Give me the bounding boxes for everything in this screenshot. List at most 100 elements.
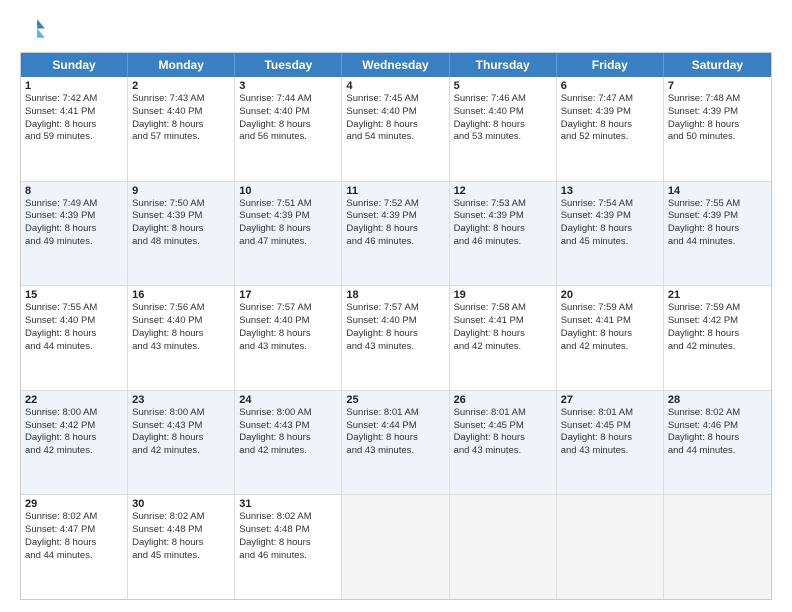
empty-cell: [557, 495, 664, 599]
day-cell-15: 15Sunrise: 7:55 AMSunset: 4:40 PMDayligh…: [21, 286, 128, 390]
day-cell-31: 31Sunrise: 8:02 AMSunset: 4:48 PMDayligh…: [235, 495, 342, 599]
cell-line: Sunrise: 7:56 AM: [132, 302, 230, 315]
cell-line: Sunset: 4:41 PM: [454, 315, 552, 328]
cell-line: Sunrise: 7:43 AM: [132, 93, 230, 106]
cell-line: Sunset: 4:40 PM: [454, 106, 552, 119]
cell-line: Daylight: 8 hours: [25, 432, 123, 445]
cell-line: Sunset: 4:40 PM: [132, 106, 230, 119]
day-cell-29: 29Sunrise: 8:02 AMSunset: 4:47 PMDayligh…: [21, 495, 128, 599]
day-number: 8: [25, 185, 123, 197]
day-number: 9: [132, 185, 230, 197]
day-number: 2: [132, 80, 230, 92]
cell-line: Sunset: 4:39 PM: [239, 210, 337, 223]
cell-line: Daylight: 8 hours: [132, 328, 230, 341]
cell-line: Sunset: 4:40 PM: [239, 315, 337, 328]
cell-line: and 45 minutes.: [561, 236, 659, 249]
day-number: 23: [132, 394, 230, 406]
day-number: 29: [25, 498, 123, 510]
day-number: 25: [346, 394, 444, 406]
day-cell-11: 11Sunrise: 7:52 AMSunset: 4:39 PMDayligh…: [342, 182, 449, 286]
cell-line: Sunset: 4:41 PM: [561, 315, 659, 328]
cell-line: Daylight: 8 hours: [132, 537, 230, 550]
logo: [20, 16, 52, 44]
cell-line: Sunrise: 7:54 AM: [561, 198, 659, 211]
cell-line: Daylight: 8 hours: [132, 119, 230, 132]
cell-line: and 43 minutes.: [454, 445, 552, 458]
day-cell-4: 4Sunrise: 7:45 AMSunset: 4:40 PMDaylight…: [342, 77, 449, 181]
cell-line: and 53 minutes.: [454, 131, 552, 144]
cell-line: and 43 minutes.: [132, 341, 230, 354]
cell-line: Sunrise: 7:44 AM: [239, 93, 337, 106]
cell-line: Sunrise: 7:55 AM: [668, 198, 767, 211]
calendar-row-0: 1Sunrise: 7:42 AMSunset: 4:41 PMDaylight…: [21, 77, 771, 181]
cell-line: Daylight: 8 hours: [668, 432, 767, 445]
cell-line: and 42 minutes.: [454, 341, 552, 354]
cell-line: and 42 minutes.: [239, 445, 337, 458]
cell-line: Sunrise: 7:42 AM: [25, 93, 123, 106]
day-number: 16: [132, 289, 230, 301]
cell-line: Sunrise: 8:00 AM: [25, 407, 123, 420]
cell-line: Sunset: 4:45 PM: [561, 420, 659, 433]
cell-line: and 42 minutes.: [25, 445, 123, 458]
day-cell-17: 17Sunrise: 7:57 AMSunset: 4:40 PMDayligh…: [235, 286, 342, 390]
cell-line: Daylight: 8 hours: [668, 119, 767, 132]
day-number: 18: [346, 289, 444, 301]
day-cell-14: 14Sunrise: 7:55 AMSunset: 4:39 PMDayligh…: [664, 182, 771, 286]
day-cell-30: 30Sunrise: 8:02 AMSunset: 4:48 PMDayligh…: [128, 495, 235, 599]
cell-line: Sunrise: 7:46 AM: [454, 93, 552, 106]
header-day-wednesday: Wednesday: [342, 53, 449, 77]
header-day-sunday: Sunday: [21, 53, 128, 77]
cell-line: Sunrise: 8:01 AM: [346, 407, 444, 420]
day-cell-2: 2Sunrise: 7:43 AMSunset: 4:40 PMDaylight…: [128, 77, 235, 181]
cell-line: Sunset: 4:42 PM: [25, 420, 123, 433]
cell-line: Sunset: 4:39 PM: [454, 210, 552, 223]
day-number: 30: [132, 498, 230, 510]
cell-line: Daylight: 8 hours: [561, 119, 659, 132]
day-number: 24: [239, 394, 337, 406]
cell-line: Sunrise: 7:58 AM: [454, 302, 552, 315]
cell-line: Sunset: 4:39 PM: [668, 210, 767, 223]
day-cell-20: 20Sunrise: 7:59 AMSunset: 4:41 PMDayligh…: [557, 286, 664, 390]
cell-line: Daylight: 8 hours: [454, 432, 552, 445]
cell-line: and 54 minutes.: [346, 131, 444, 144]
header-day-monday: Monday: [128, 53, 235, 77]
header-day-friday: Friday: [557, 53, 664, 77]
cell-line: and 44 minutes.: [25, 550, 123, 563]
day-cell-8: 8Sunrise: 7:49 AMSunset: 4:39 PMDaylight…: [21, 182, 128, 286]
day-cell-10: 10Sunrise: 7:51 AMSunset: 4:39 PMDayligh…: [235, 182, 342, 286]
day-number: 13: [561, 185, 659, 197]
cell-line: and 52 minutes.: [561, 131, 659, 144]
cell-line: and 49 minutes.: [25, 236, 123, 249]
cell-line: Daylight: 8 hours: [561, 223, 659, 236]
cell-line: Daylight: 8 hours: [346, 328, 444, 341]
cell-line: Daylight: 8 hours: [454, 223, 552, 236]
cell-line: Sunrise: 7:48 AM: [668, 93, 767, 106]
cell-line: Sunrise: 8:01 AM: [561, 407, 659, 420]
empty-cell: [664, 495, 771, 599]
cell-line: Daylight: 8 hours: [668, 223, 767, 236]
day-cell-22: 22Sunrise: 8:00 AMSunset: 4:42 PMDayligh…: [21, 391, 128, 495]
cell-line: Daylight: 8 hours: [239, 119, 337, 132]
cell-line: Daylight: 8 hours: [454, 328, 552, 341]
cell-line: Sunset: 4:39 PM: [132, 210, 230, 223]
cell-line: Sunset: 4:43 PM: [239, 420, 337, 433]
cell-line: Sunset: 4:39 PM: [668, 106, 767, 119]
cell-line: Sunset: 4:40 PM: [239, 106, 337, 119]
calendar-body: 1Sunrise: 7:42 AMSunset: 4:41 PMDaylight…: [21, 77, 771, 599]
cell-line: Sunrise: 8:00 AM: [239, 407, 337, 420]
day-cell-23: 23Sunrise: 8:00 AMSunset: 4:43 PMDayligh…: [128, 391, 235, 495]
cell-line: Sunset: 4:42 PM: [668, 315, 767, 328]
cell-line: and 43 minutes.: [346, 341, 444, 354]
day-number: 5: [454, 80, 552, 92]
cell-line: Daylight: 8 hours: [132, 223, 230, 236]
day-cell-16: 16Sunrise: 7:56 AMSunset: 4:40 PMDayligh…: [128, 286, 235, 390]
cell-line: Sunset: 4:43 PM: [132, 420, 230, 433]
cell-line: Sunrise: 8:02 AM: [668, 407, 767, 420]
day-number: 22: [25, 394, 123, 406]
cell-line: Sunset: 4:48 PM: [239, 524, 337, 537]
cell-line: Sunset: 4:45 PM: [454, 420, 552, 433]
cell-line: Daylight: 8 hours: [239, 432, 337, 445]
cell-line: and 47 minutes.: [239, 236, 337, 249]
cell-line: and 46 minutes.: [346, 236, 444, 249]
day-cell-28: 28Sunrise: 8:02 AMSunset: 4:46 PMDayligh…: [664, 391, 771, 495]
